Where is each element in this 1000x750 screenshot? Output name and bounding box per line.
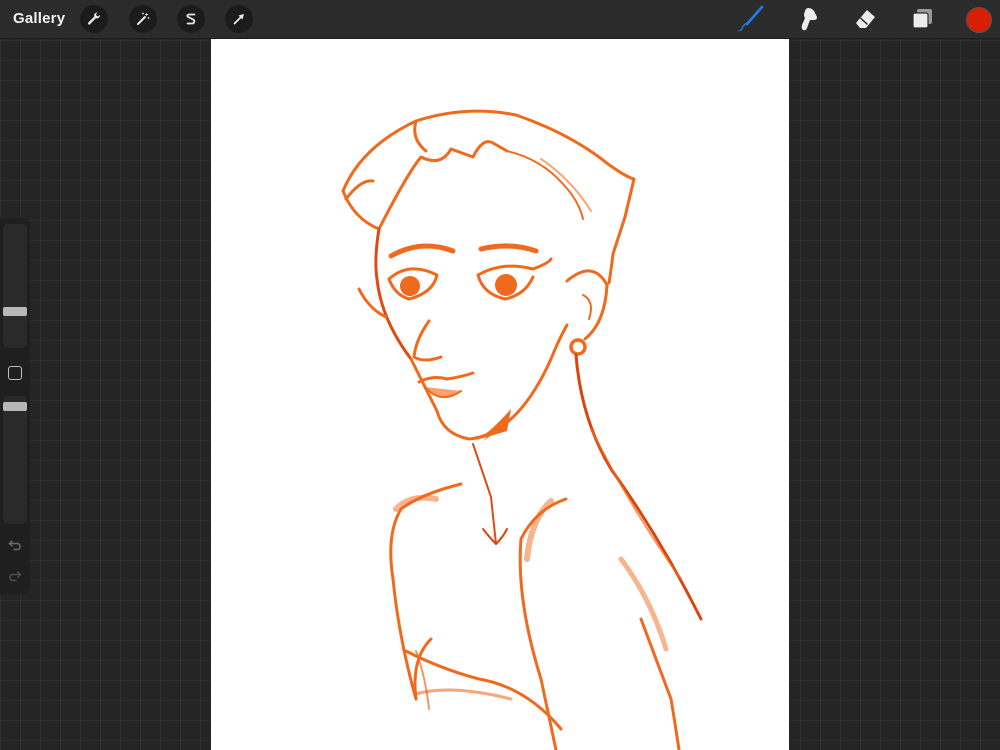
gallery-button[interactable]: Gallery [13,10,65,27]
color-button[interactable] [966,7,992,33]
modify-button[interactable] [8,366,22,380]
brush-icon [738,5,764,32]
wrench-icon [87,12,101,25]
top-toolbar: Gallery [0,0,1000,39]
layers-button[interactable] [907,4,937,34]
adjustments-button[interactable] [129,5,157,33]
opacity-thumb[interactable] [3,401,27,411]
opacity-slider[interactable] [3,396,27,524]
selection-icon [186,13,196,25]
brush-size-slider[interactable] [3,224,27,348]
selection-button[interactable] [177,5,205,33]
redo-button[interactable] [6,567,24,585]
eraser-button[interactable] [850,4,880,34]
redo-icon [9,571,22,582]
brush-button[interactable] [735,4,765,34]
layers-icon [912,9,932,29]
magic-wand-icon [137,12,150,25]
actions-button[interactable] [80,5,108,33]
left-sidebar [0,218,30,594]
transform-button[interactable] [225,5,253,33]
drawing-canvas[interactable] [211,39,789,750]
transform-arrow-icon [233,14,244,25]
portrait-sketch [341,109,703,750]
undo-button[interactable] [6,536,24,554]
brush-size-thumb[interactable] [3,306,27,316]
undo-icon [8,540,21,551]
smudge-button[interactable] [793,4,823,34]
smudge-icon [801,8,817,31]
eraser-icon [856,10,875,28]
